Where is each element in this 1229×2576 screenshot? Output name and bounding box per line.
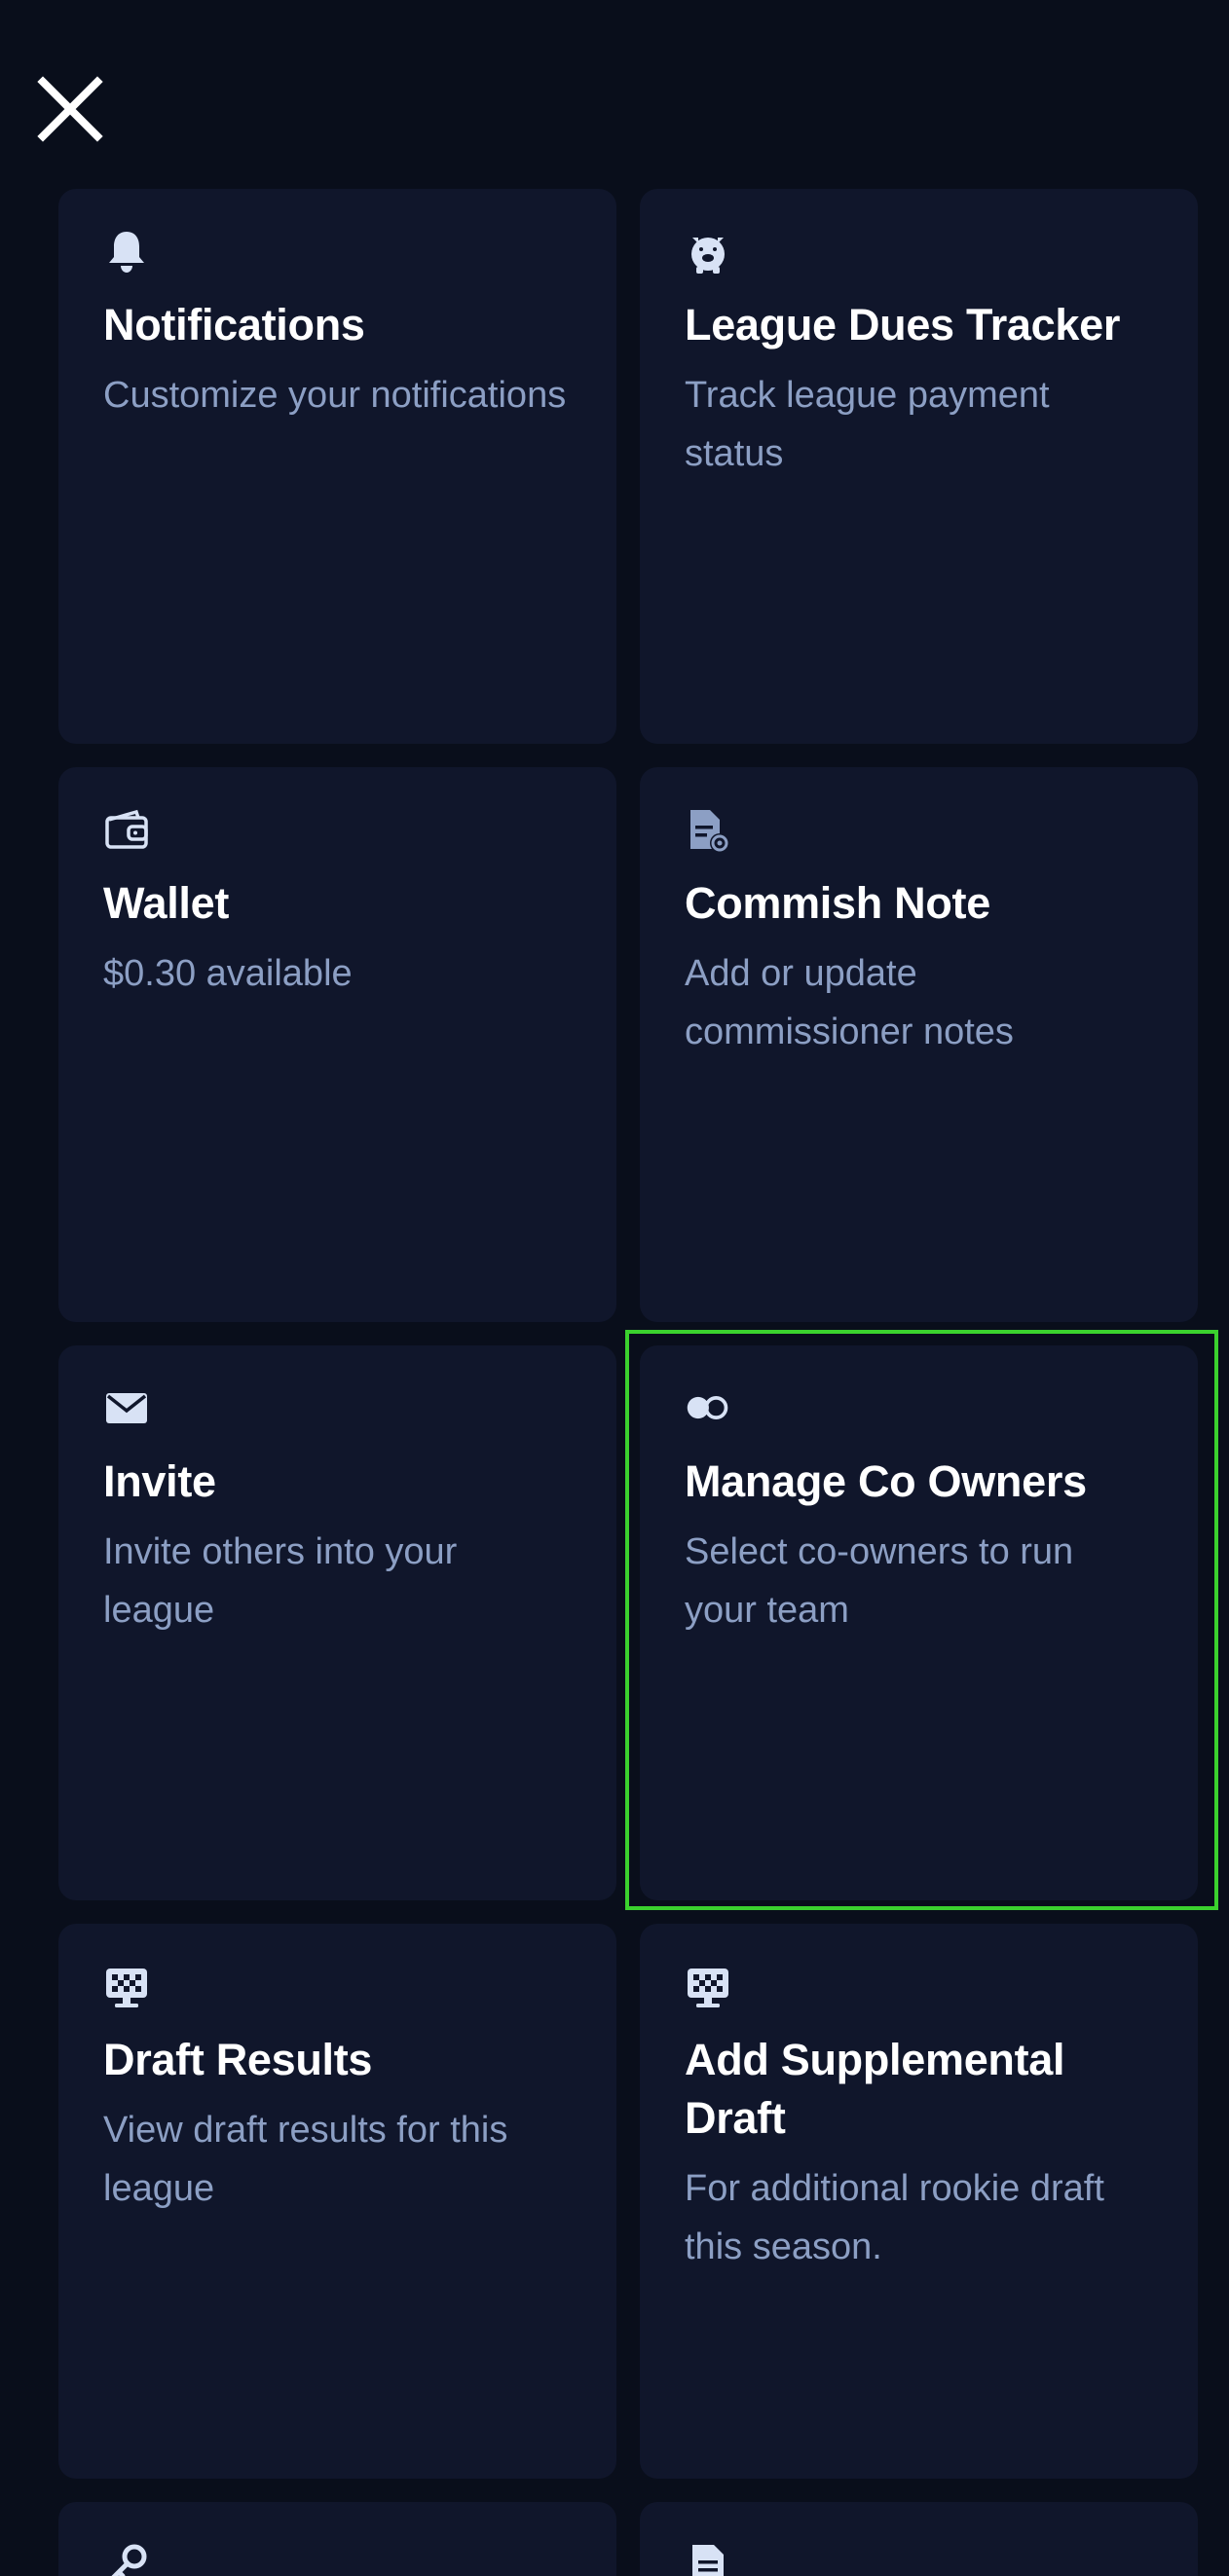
card-title: Notifications <box>103 300 365 350</box>
card-title: Invite <box>103 1456 216 1506</box>
draft-results-card[interactable]: Draft Results View draft results for thi… <box>58 1924 616 2479</box>
card-title: League Dues Tracker <box>685 300 1121 350</box>
league-dues-tracker-card[interactable]: League Dues Tracker Track league payment… <box>640 189 1198 744</box>
card-description: Add or update commissioner notes <box>685 953 1014 1052</box>
piggy-bank-icon <box>685 228 731 275</box>
card-title: Add Supplemental Draft <box>685 2035 1065 2143</box>
card-description: For additional rookie draft this season. <box>685 2168 1104 2267</box>
card-description: Invite others into your league <box>103 1531 458 1631</box>
league-menu-page: Notifications Customize your notificatio… <box>0 0 1229 2576</box>
envelope-icon <box>103 1384 150 1431</box>
partial-card-left[interactable] <box>58 2502 616 2576</box>
notifications-card[interactable]: Notifications Customize your notificatio… <box>58 189 616 744</box>
key-icon <box>103 2541 150 2576</box>
draft-board-icon <box>685 1963 731 2009</box>
card-title: Wallet <box>103 878 230 928</box>
card-description: $0.30 available <box>103 953 353 994</box>
card-title: Manage Co Owners <box>685 1456 1087 1506</box>
close-button[interactable] <box>35 74 105 144</box>
add-supplemental-draft-card[interactable]: Add Supplemental Draft For additional ro… <box>640 1924 1198 2479</box>
commish-note-card[interactable]: Commish Note Add or update commissioner … <box>640 767 1198 1322</box>
note-icon <box>685 806 731 853</box>
draft-board-icon <box>103 1963 150 2009</box>
card-title: Draft Results <box>103 2035 373 2084</box>
card-title: Commish Note <box>685 878 990 928</box>
wallet-icon <box>103 806 150 853</box>
co-owners-icon <box>685 1384 731 1431</box>
invite-card[interactable]: Invite Invite others into your league <box>58 1345 616 1900</box>
menu-grid: Notifications Customize your notificatio… <box>58 189 1198 2576</box>
bell-icon <box>103 228 150 275</box>
card-description: Customize your notifications <box>103 375 567 416</box>
manage-co-owners-card[interactable]: Manage Co Owners Select co-owners to run… <box>640 1345 1198 1900</box>
card-description: Select co-owners to run your team <box>685 1531 1074 1631</box>
partial-card-right[interactable] <box>640 2502 1198 2576</box>
card-description: View draft results for this league <box>103 2110 508 2209</box>
wallet-card[interactable]: Wallet $0.30 available <box>58 767 616 1322</box>
card-description: Track league payment status <box>685 375 1050 474</box>
close-icon <box>37 76 103 142</box>
document-icon <box>685 2541 731 2576</box>
